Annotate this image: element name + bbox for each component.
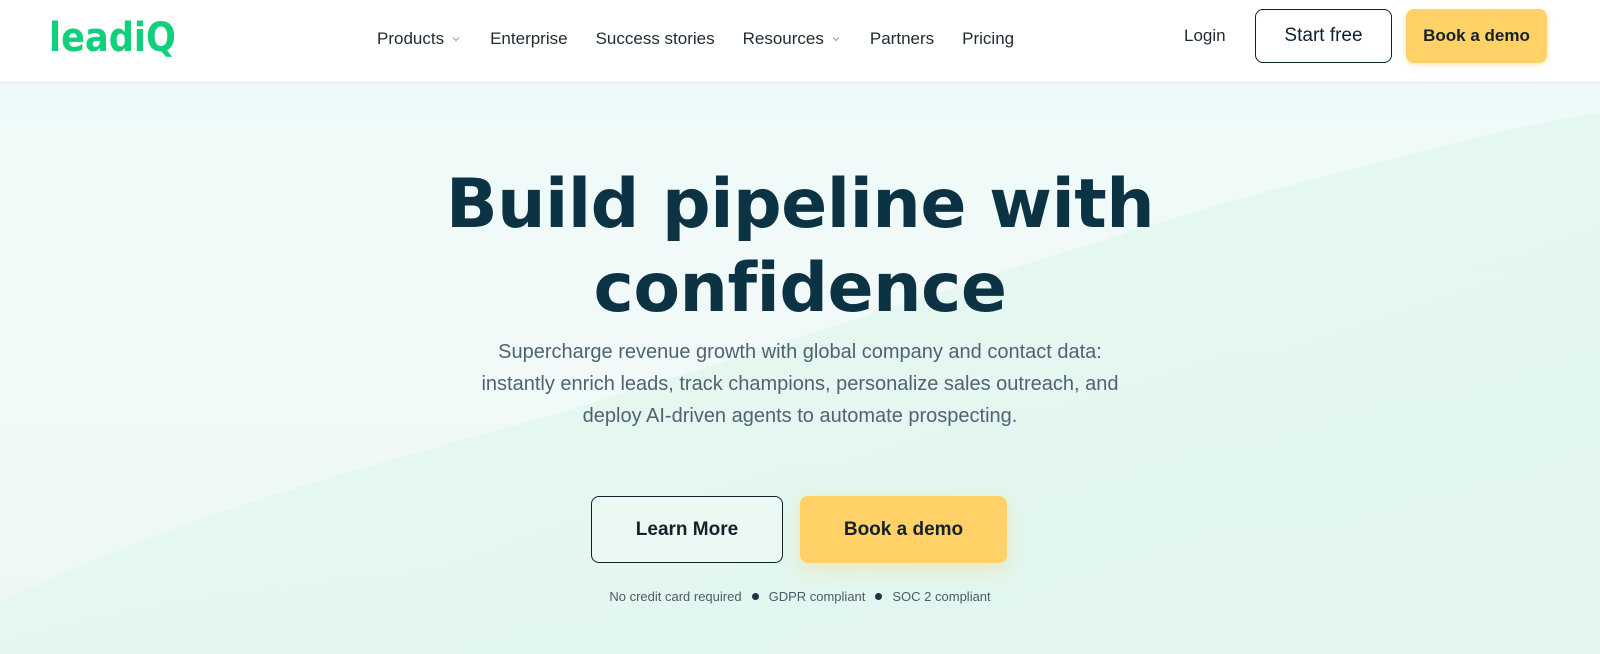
login-link[interactable]: Login [1184,26,1226,46]
bullet-dot-icon [875,593,883,600]
nav-item-label: Success stories [595,29,715,48]
chevron-down-icon [452,37,460,42]
bullet-dot-icon [751,593,759,600]
hero-headline: Build pipeline with confidence [0,163,1600,331]
book-demo-header-button[interactable]: Book a demo [1406,9,1547,63]
trust-badges: No credit card required GDPR compliant S… [0,589,1600,604]
nav-item-label: Products [377,29,445,48]
hero-headline-line2: confidence [593,249,1007,328]
learn-more-button[interactable]: Learn More [591,496,783,563]
nav-item-enterprise[interactable]: Enterprise [490,29,567,49]
site-header: leadiQ Products Enterprise Success stori… [0,0,1600,83]
nav-item-label: Resources [742,29,824,48]
nav-item-products[interactable]: Products [377,29,462,49]
nav-item-resources[interactable]: Resources [743,29,842,49]
badge-no-credit-card: No credit card required [609,589,742,604]
book-demo-hero-button[interactable]: Book a demo [800,496,1007,563]
logo-wordmark: leadiQ [49,15,176,61]
nav-item-partners[interactable]: Partners [870,29,934,49]
nav-item-label: Pricing [962,29,1015,48]
badge-gdpr: GDPR compliant [768,589,866,604]
nav-item-pricing[interactable]: Pricing [962,29,1014,49]
chevron-down-icon [832,37,840,42]
leadiq-logo[interactable]: leadiQ [49,12,189,58]
main-nav: Products Enterprise Success stories Reso… [377,26,1042,52]
hero-subheading: Supercharge revenue growth with global c… [481,341,1119,427]
nav-item-success-stories[interactable]: Success stories [596,29,715,49]
nav-item-label: Partners [869,29,935,48]
start-free-button[interactable]: Start free [1255,9,1392,63]
hero-headline-line1: Build pipeline with [445,165,1155,244]
hero-section: Build pipeline with confidence Superchar… [0,83,1600,654]
badge-soc2: SOC 2 compliant [892,589,991,604]
nav-item-label: Enterprise [490,29,568,48]
